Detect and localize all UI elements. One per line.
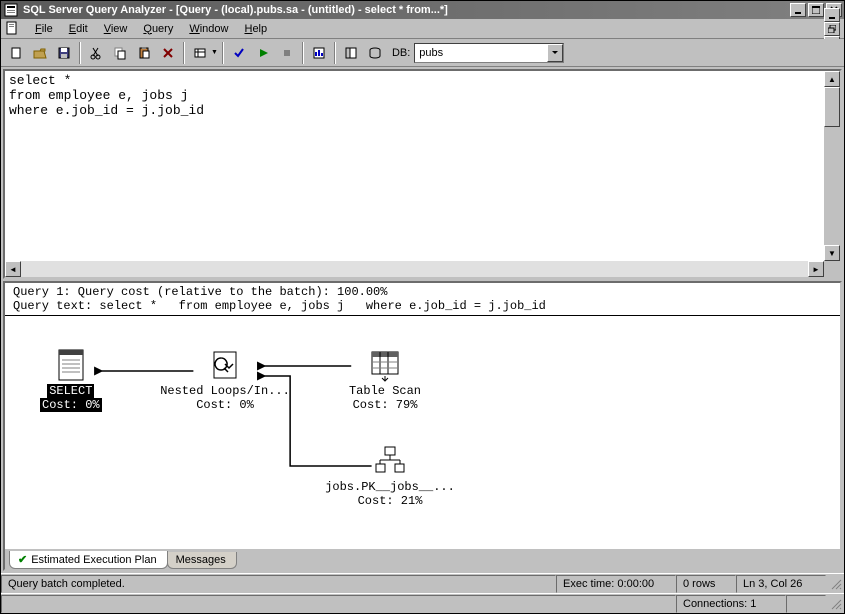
app-status-bar: Connections: 1 bbox=[1, 593, 844, 613]
dropdown-arrow-icon[interactable]: ▼ bbox=[211, 49, 218, 56]
scroll-up-icon[interactable]: ▲ bbox=[824, 71, 840, 87]
checkmark-icon: ✔ bbox=[18, 553, 27, 566]
horizontal-scrollbar[interactable]: ◄ ► bbox=[5, 261, 824, 277]
title-bar: SQL Server Query Analyzer - [Query - (lo… bbox=[1, 1, 844, 19]
nested-loops-icon bbox=[208, 348, 242, 382]
status-cursor-pos: Ln 3, Col 26 bbox=[736, 575, 826, 593]
status-extra bbox=[786, 595, 826, 613]
plan-node-nested-loops[interactable]: Nested Loops/In... Cost: 0% bbox=[155, 348, 295, 412]
plan-header: Query 1: Query cost (relative to the bat… bbox=[5, 283, 840, 316]
execute-button[interactable] bbox=[252, 42, 274, 64]
plan-node-index-seek[interactable]: jobs.PK__jobs__... Cost: 21% bbox=[325, 444, 455, 508]
status-rows: 0 rows bbox=[676, 575, 736, 593]
object-browser-button[interactable] bbox=[340, 42, 362, 64]
database-select[interactable]: pubs bbox=[414, 43, 564, 63]
scroll-thumb[interactable] bbox=[824, 87, 840, 127]
parse-button[interactable] bbox=[228, 42, 250, 64]
status-message: Query batch completed. bbox=[1, 575, 556, 593]
sql-editor-pane: select * from employee e, jobs j where e… bbox=[3, 69, 842, 279]
cut-button[interactable] bbox=[85, 42, 107, 64]
window-title: SQL Server Query Analyzer - [Query - (lo… bbox=[23, 4, 790, 16]
results-mode-button[interactable] bbox=[189, 42, 211, 64]
database-select-value: pubs bbox=[419, 47, 443, 59]
menu-query[interactable]: Query bbox=[135, 21, 181, 37]
copy-button[interactable] bbox=[109, 42, 131, 64]
maximize-button[interactable] bbox=[808, 3, 824, 17]
menu-help[interactable]: Help bbox=[236, 21, 275, 37]
status-connections: Connections: 1 bbox=[676, 595, 786, 613]
app-icon bbox=[3, 2, 19, 18]
chevron-down-icon[interactable] bbox=[547, 44, 563, 62]
mdi-restore-button[interactable] bbox=[824, 22, 840, 36]
tab-messages[interactable]: Messages bbox=[167, 552, 237, 569]
tab-execution-plan[interactable]: ✔ Estimated Execution Plan bbox=[9, 551, 168, 569]
sql-editor[interactable]: select * from employee e, jobs j where e… bbox=[5, 71, 840, 120]
menu-window[interactable]: Window bbox=[181, 21, 236, 37]
app-resize-grip-icon[interactable] bbox=[826, 596, 844, 612]
clear-button[interactable] bbox=[157, 42, 179, 64]
index-seek-icon bbox=[373, 444, 407, 478]
menu-view[interactable]: View bbox=[96, 21, 136, 37]
open-button[interactable] bbox=[29, 42, 51, 64]
workspace: select * from employee e, jobs j where e… bbox=[1, 67, 844, 573]
toolbar: ▼ DB: pubs bbox=[1, 39, 844, 67]
mdi-minimize-button[interactable] bbox=[824, 8, 840, 22]
app-status-blank bbox=[1, 595, 676, 613]
scroll-right-icon[interactable]: ► bbox=[808, 261, 824, 277]
results-tabs: ✔ Estimated Execution Plan Messages bbox=[5, 549, 840, 569]
menu-file[interactable]: File bbox=[27, 21, 61, 37]
plan-node-table-scan[interactable]: Table Scan Cost: 79% bbox=[335, 348, 435, 412]
scroll-left-icon[interactable]: ◄ bbox=[5, 261, 21, 277]
save-button[interactable] bbox=[53, 42, 75, 64]
resize-grip-icon[interactable] bbox=[826, 576, 844, 592]
scroll-down-icon[interactable]: ▼ bbox=[824, 245, 840, 261]
database-button[interactable] bbox=[364, 42, 386, 64]
execution-plan-button[interactable] bbox=[308, 42, 330, 64]
paste-button[interactable] bbox=[133, 42, 155, 64]
results-pane: Query 1: Query cost (relative to the bat… bbox=[3, 281, 842, 571]
minimize-button[interactable] bbox=[790, 3, 806, 17]
status-bar: Query batch completed. Exec time: 0:00:0… bbox=[1, 573, 844, 593]
menu-bar: File Edit View Query Window Help bbox=[1, 19, 844, 39]
vertical-scrollbar[interactable]: ▲ bbox=[824, 71, 840, 261]
plan-node-select[interactable]: SELECT Cost: 0% bbox=[40, 348, 102, 412]
execution-plan-canvas[interactable]: SELECT Cost: 0% Nested Loops/In... Cost:… bbox=[5, 316, 840, 526]
mdi-doc-icon[interactable] bbox=[5, 21, 21, 37]
db-label: DB: bbox=[392, 47, 410, 59]
menu-edit[interactable]: Edit bbox=[61, 21, 96, 37]
new-button[interactable] bbox=[5, 42, 27, 64]
stop-button[interactable] bbox=[276, 42, 298, 64]
table-scan-icon bbox=[368, 348, 402, 382]
status-exec-time: Exec time: 0:00:00 bbox=[556, 575, 676, 593]
select-result-icon bbox=[54, 348, 88, 382]
